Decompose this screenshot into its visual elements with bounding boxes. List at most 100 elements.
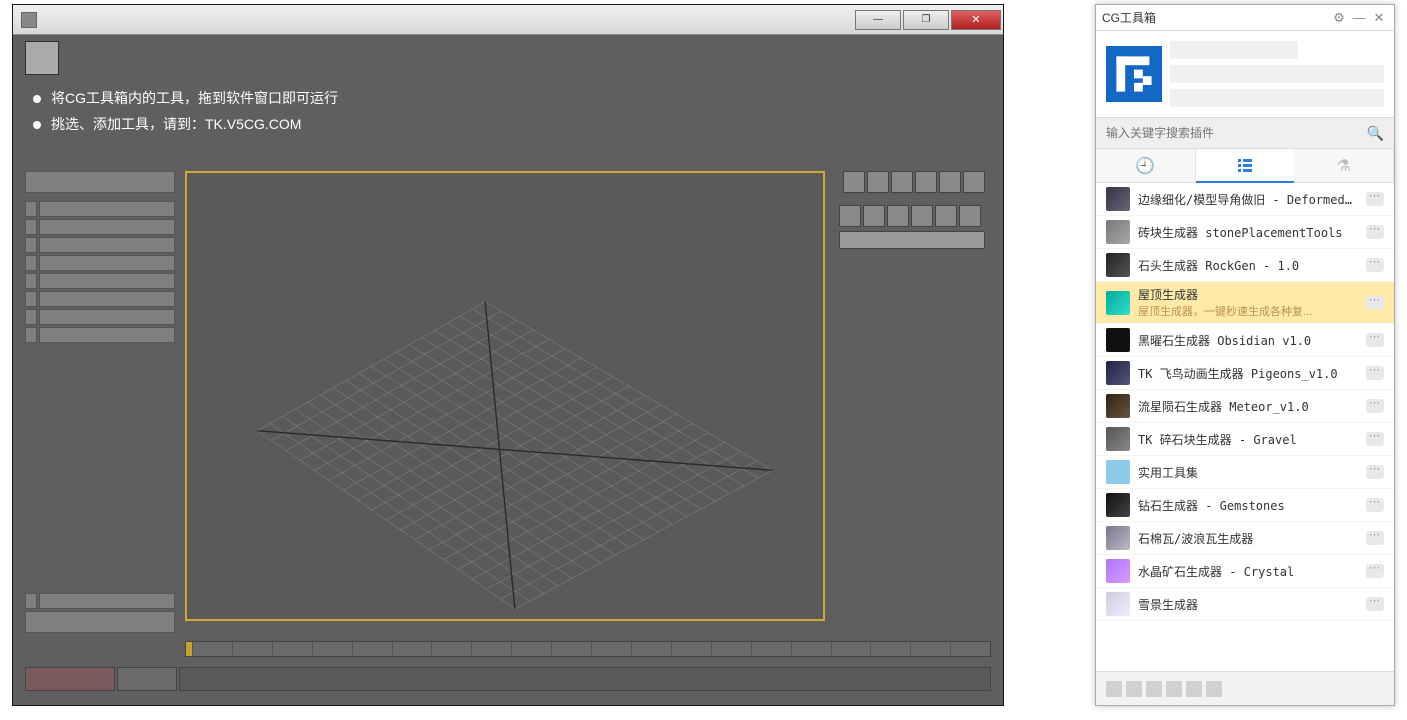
comment-icon[interactable] — [1366, 192, 1384, 206]
left-panel-toggle[interactable] — [25, 291, 37, 307]
right-panel-tab[interactable] — [839, 205, 861, 227]
left-panel-row[interactable] — [39, 291, 175, 307]
comment-icon[interactable] — [1366, 465, 1384, 479]
toolbox-footer — [1096, 671, 1394, 705]
toolbox-header-field — [1170, 89, 1384, 107]
window-titlebar[interactable] — [13, 5, 1003, 35]
footer-square[interactable] — [1206, 681, 1222, 697]
close-button[interactable] — [951, 10, 1001, 30]
plugin-thumbnail — [1106, 328, 1130, 352]
footer-square[interactable] — [1166, 681, 1182, 697]
plugin-item[interactable]: 水晶矿石生成器 - Crystal — [1096, 555, 1394, 588]
maximize-button[interactable] — [903, 10, 949, 30]
left-panel-toggle[interactable] — [25, 273, 37, 289]
plugin-label: 砖块生成器 stonePlacementTools — [1138, 224, 1358, 241]
app-menu-button[interactable] — [25, 41, 59, 75]
left-panel-toggle[interactable] — [25, 593, 37, 609]
viewport-icon[interactable] — [939, 171, 961, 193]
tab-lab[interactable]: ⚗ — [1294, 149, 1394, 183]
status-bar — [25, 667, 991, 691]
left-panel-row[interactable] — [39, 327, 175, 343]
comment-icon[interactable] — [1366, 531, 1384, 545]
footer-square[interactable] — [1186, 681, 1202, 697]
plugin-item[interactable]: 石头生成器 RockGen - 1.0 — [1096, 249, 1394, 282]
plugin-item[interactable]: 边缘细化/模型导角做旧 - Deformed Edges v — [1096, 183, 1394, 216]
plugin-item[interactable]: 砖块生成器 stonePlacementTools — [1096, 216, 1394, 249]
plugin-item[interactable]: 雪景生成器 — [1096, 588, 1394, 621]
left-panel-row[interactable] — [39, 309, 175, 325]
search-icon[interactable]: 🔍 — [1367, 125, 1384, 142]
status-segment — [179, 667, 991, 691]
left-panel-footer[interactable] — [25, 611, 175, 633]
app-body: 将CG工具箱内的工具，拖到软件窗口即可运行 挑选、添加工具，请到：TK.V5CG… — [13, 35, 1003, 705]
comment-icon[interactable] — [1366, 225, 1384, 239]
right-panel-tab[interactable] — [911, 205, 933, 227]
tab-list[interactable] — [1196, 149, 1295, 183]
plugin-label: TK 碎石块生成器 - Gravel — [1138, 431, 1358, 448]
viewport-icon[interactable] — [843, 171, 865, 193]
footer-square[interactable] — [1126, 681, 1142, 697]
status-segment[interactable] — [25, 667, 115, 691]
tab-recent[interactable]: 🕘 — [1096, 149, 1196, 183]
gear-icon[interactable]: ⚙ — [1330, 9, 1348, 27]
plugin-label: 水晶矿石生成器 - Crystal — [1138, 563, 1358, 580]
left-panel-header[interactable] — [25, 171, 175, 193]
toolbox-titlebar[interactable]: CG工具箱 ⚙ — ✕ — [1096, 5, 1394, 31]
viewport-icon[interactable] — [891, 171, 913, 193]
left-panel-row[interactable] — [39, 593, 175, 609]
viewport-icon[interactable] — [963, 171, 985, 193]
viewport-icon[interactable] — [867, 171, 889, 193]
close-icon[interactable]: ✕ — [1370, 9, 1388, 27]
footer-square[interactable] — [1146, 681, 1162, 697]
plugin-item[interactable]: TK 飞鸟动画生成器 Pigeons_v1.0 — [1096, 357, 1394, 390]
comment-icon[interactable] — [1366, 258, 1384, 272]
comment-icon[interactable] — [1366, 564, 1384, 578]
list-icon — [1237, 157, 1253, 173]
left-panel-row[interactable] — [39, 237, 175, 253]
comment-icon[interactable] — [1366, 296, 1384, 310]
minimize-icon[interactable]: — — [1350, 9, 1368, 27]
minimize-button[interactable] — [855, 10, 901, 30]
left-panel-row[interactable] — [39, 201, 175, 217]
plugin-item[interactable]: 实用工具集 — [1096, 456, 1394, 489]
left-panel-row[interactable] — [39, 219, 175, 235]
comment-icon[interactable] — [1366, 333, 1384, 347]
plugin-item[interactable]: 屋顶生成器屋顶生成器，一键秒速生成各种复... — [1096, 282, 1394, 324]
viewport-icon[interactable] — [915, 171, 937, 193]
app-icon — [21, 12, 37, 28]
right-panel-tab[interactable] — [935, 205, 957, 227]
plugin-item[interactable]: TK 碎石块生成器 - Gravel — [1096, 423, 1394, 456]
timeline[interactable] — [185, 641, 991, 657]
status-segment[interactable] — [117, 667, 177, 691]
comment-icon[interactable] — [1366, 498, 1384, 512]
right-panel-tab[interactable] — [959, 205, 981, 227]
plugin-item[interactable]: 石棉瓦/波浪瓦生成器 — [1096, 522, 1394, 555]
toolbox-search[interactable]: 🔍 — [1096, 117, 1394, 149]
right-panel-field[interactable] — [839, 231, 985, 249]
right-panel-tab[interactable] — [863, 205, 885, 227]
plugin-item[interactable]: 钻石生成器 - Gemstones — [1096, 489, 1394, 522]
footer-square[interactable] — [1106, 681, 1122, 697]
plugin-item[interactable]: 黑曜石生成器 Obsidian v1.0 — [1096, 324, 1394, 357]
comment-icon[interactable] — [1366, 399, 1384, 413]
plugin-thumbnail — [1106, 493, 1130, 517]
left-panel-toggle[interactable] — [25, 255, 37, 271]
viewport-3d[interactable] — [185, 171, 825, 621]
left-panel-toggle[interactable] — [25, 219, 37, 235]
left-panel-row[interactable] — [39, 255, 175, 271]
plugin-list[interactable]: 边缘细化/模型导角做旧 - Deformed Edges v 砖块生成器 ston… — [1096, 183, 1394, 671]
search-input[interactable] — [1106, 126, 1367, 140]
left-panel-toggle[interactable] — [25, 237, 37, 253]
left-panel-row[interactable] — [39, 273, 175, 289]
viewport-top-icons — [843, 171, 985, 193]
bullet-icon — [33, 121, 41, 129]
comment-icon[interactable] — [1366, 432, 1384, 446]
left-panel-toggle[interactable] — [25, 201, 37, 217]
plugin-thumbnail — [1106, 460, 1130, 484]
left-panel-toggle[interactable] — [25, 327, 37, 343]
right-panel-tab[interactable] — [887, 205, 909, 227]
comment-icon[interactable] — [1366, 366, 1384, 380]
left-panel-toggle[interactable] — [25, 309, 37, 325]
plugin-item[interactable]: 流星陨石生成器 Meteor_v1.0 — [1096, 390, 1394, 423]
comment-icon[interactable] — [1366, 597, 1384, 611]
